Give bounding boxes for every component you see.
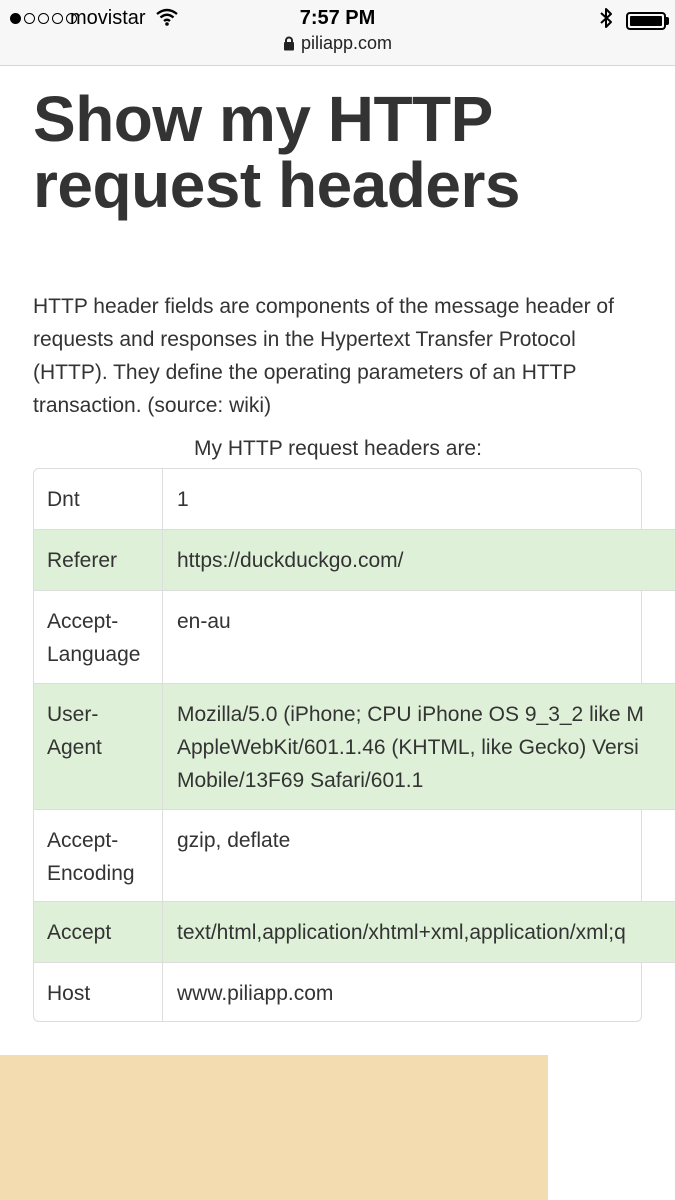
header-name: Host bbox=[34, 963, 163, 1021]
table-row: Accept- Language en-au bbox=[34, 590, 675, 683]
address-text: piliapp.com bbox=[300, 33, 393, 53]
header-value: text/html,application/xhtml+xml,applicat… bbox=[177, 921, 626, 944]
header-value: www.piliapp.com bbox=[177, 982, 334, 1005]
table-row: Host www.piliapp.com bbox=[34, 962, 675, 1021]
table-caption: My HTTP request headers are: bbox=[194, 437, 482, 460]
status-bar: movistar 7:57 PM bbox=[0, 4, 675, 32]
header-value: Mozilla/5.0 (iPhone; CPU iPhone OS 9_3_2… bbox=[177, 703, 644, 792]
header-value: en-au bbox=[177, 610, 231, 633]
header-value: gzip, deflate bbox=[177, 829, 291, 852]
header-name: Accept- Language bbox=[34, 591, 163, 683]
browser-chrome: movistar 7:57 PM piliapp.com bbox=[0, 0, 675, 66]
table-row: Accept- Encoding gzip, deflate bbox=[34, 809, 675, 901]
battery-icon bbox=[626, 12, 666, 30]
headers-table: Dnt 1 Referer https://duckduckgo.com/ Ac… bbox=[33, 468, 675, 1022]
intro-paragraph: HTTP header fields are components of the… bbox=[33, 295, 614, 417]
header-name: User- Agent bbox=[34, 684, 163, 809]
ad-banner[interactable] bbox=[0, 1055, 548, 1200]
header-name: Accept- Encoding bbox=[34, 810, 163, 901]
address-bar[interactable]: piliapp.com bbox=[0, 33, 675, 54]
page-title: Show my HTTP request headers bbox=[33, 83, 520, 221]
lock-icon bbox=[283, 36, 294, 51]
table-row: Accept text/html,application/xhtml+xml,a… bbox=[34, 901, 675, 962]
bluetooth-icon bbox=[600, 8, 612, 28]
header-value: 1 bbox=[177, 488, 189, 511]
clock: 7:57 PM bbox=[299, 7, 376, 29]
table-row: Dnt 1 bbox=[34, 469, 675, 529]
table-row: Referer https://duckduckgo.com/ bbox=[34, 529, 675, 590]
header-value: https://duckduckgo.com/ bbox=[177, 549, 404, 572]
header-name: Dnt bbox=[34, 469, 163, 529]
header-name: Referer bbox=[34, 530, 163, 590]
table-row: User- Agent Mozilla/5.0 (iPhone; CPU iPh… bbox=[34, 683, 675, 809]
header-name: Accept bbox=[34, 902, 163, 962]
